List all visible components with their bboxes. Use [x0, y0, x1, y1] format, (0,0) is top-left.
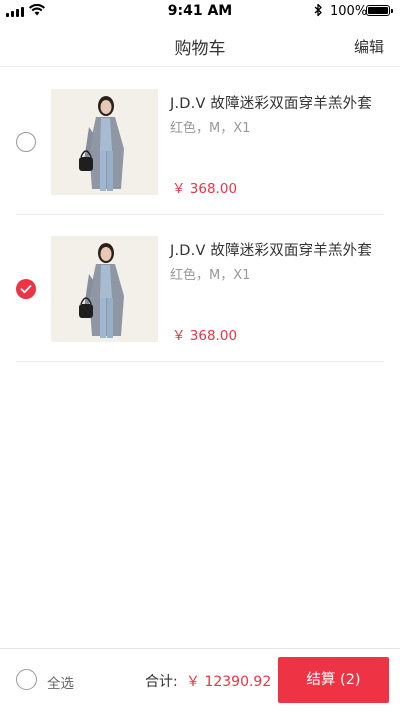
item-checkbox[interactable] — [16, 132, 36, 152]
product-image[interactable] — [51, 89, 158, 195]
cart-item: J.D.V 故障迷彩双面穿羊羔外套 红色，M，X1 ￥ 368.00 — [16, 214, 384, 362]
edit-button[interactable]: 编辑 — [354, 36, 384, 57]
total-amount: ￥ 12390.92 — [186, 674, 272, 690]
select-all-label[interactable]: 全选 — [47, 672, 74, 692]
bluetooth-icon — [314, 3, 322, 17]
total-label: 合计: — [145, 674, 178, 690]
item-checkbox-checked[interactable] — [16, 279, 36, 299]
product-price: ￥ 368.00 — [172, 328, 238, 344]
select-all-checkbox[interactable] — [16, 669, 37, 690]
nav-bar: 购物车 编辑 — [0, 22, 400, 67]
product-spec: 红色，M，X1 — [170, 268, 251, 283]
checkmark-icon — [20, 285, 32, 294]
page-title: 购物车 — [174, 39, 226, 59]
checkout-bar: 全选 合计: ￥ 12390.92 结算 (2) — [0, 648, 400, 711]
battery-percentage: 100% — [330, 4, 368, 19]
battery-icon — [366, 5, 393, 16]
status-bar: 9:41 AM 100% — [0, 0, 400, 22]
product-image[interactable] — [51, 236, 158, 342]
cart-item: J.D.V 故障迷彩双面穿羊羔外套 红色，M，X1 ￥ 368.00 — [16, 67, 384, 215]
product-price: ￥ 368.00 — [172, 181, 238, 197]
checkout-button[interactable]: 结算 (2) — [278, 657, 389, 703]
product-spec: 红色，M，X1 — [170, 121, 251, 136]
product-title[interactable]: J.D.V 故障迷彩双面穿羊羔外套 — [170, 239, 384, 260]
product-title[interactable]: J.D.V 故障迷彩双面穿羊羔外套 — [170, 92, 384, 113]
